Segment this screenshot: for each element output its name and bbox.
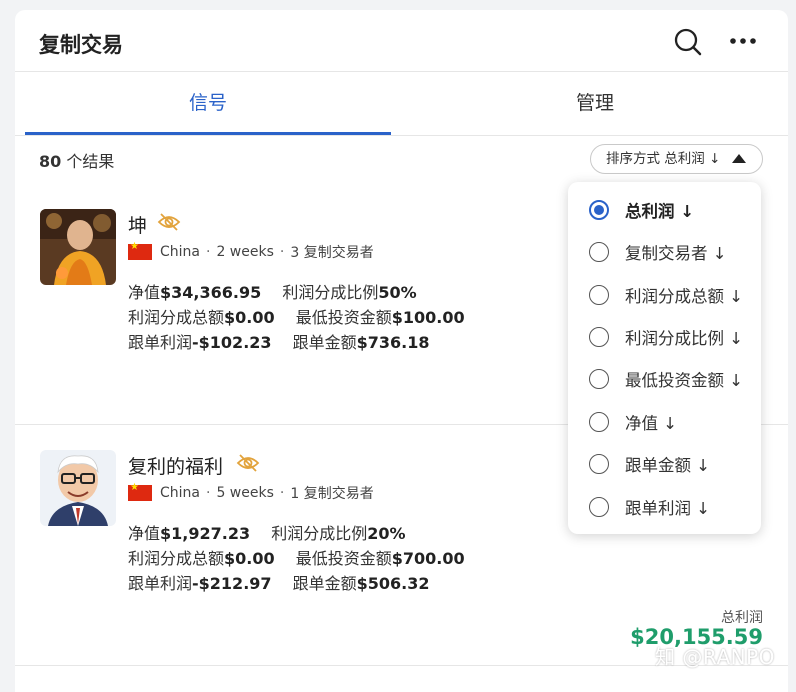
sort-option-share-ratio[interactable]: 利润分成比例 ↓: [568, 316, 761, 358]
tab-manage[interactable]: 管理: [402, 72, 788, 135]
signal-name[interactable]: 坤: [128, 211, 147, 238]
results-suffix: 个结果: [61, 152, 115, 171]
separator: ·: [279, 244, 285, 260]
sort-dropdown-menu: 总利润 ↓ 复制交易者 ↓ 利润分成总额 ↓ 利润分成比例 ↓ 最低投资金额 ↓…: [568, 182, 761, 534]
avatar: [40, 450, 116, 526]
min-invest-label: 最低投资金额: [295, 308, 392, 327]
total-profit-label: 总利润: [721, 610, 763, 626]
min-invest-value: $100.00: [391, 308, 465, 327]
equity-value: $34,366.95: [160, 283, 262, 302]
equity-label: 净值: [128, 524, 161, 543]
separator: ·: [206, 244, 211, 260]
tab-signals[interactable]: 信号: [25, 72, 391, 135]
results-number: 80: [39, 152, 62, 171]
radio[interactable]: [589, 369, 609, 389]
search-icon[interactable]: [673, 27, 703, 57]
copy-profit-label: 跟单利润: [128, 333, 193, 352]
sort-option-label: 净值 ↓: [625, 414, 678, 433]
hidden-eye-icon[interactable]: [236, 452, 260, 474]
stat-row: 利润分成总额$0.00 最低投资金额$100.00: [128, 304, 481, 328]
caret-up-icon: [732, 154, 746, 163]
watermark: 知 @RANPO: [655, 645, 775, 669]
min-invest-label: 最低投资金额: [295, 549, 392, 568]
results-count: 80 个结果: [39, 148, 114, 172]
signal-name[interactable]: 复利的福利: [128, 452, 223, 479]
copiers: 1 复制交易者: [290, 486, 374, 502]
radio[interactable]: [589, 285, 609, 305]
avatar: [40, 209, 116, 285]
radio[interactable]: [589, 412, 609, 432]
sort-option-total-profit[interactable]: 总利润 ↓: [568, 189, 761, 231]
sort-option-equity[interactable]: 净值 ↓: [568, 401, 761, 443]
china-flag-icon: [128, 482, 152, 501]
copiers: 3 复制交易者: [290, 245, 374, 261]
separator: ·: [279, 485, 285, 501]
page-title: 复制交易: [39, 33, 123, 57]
sort-option-min-invest[interactable]: 最低投资金额 ↓: [568, 358, 761, 400]
stat-row: 跟单利润-$102.23 跟单金额$736.18: [128, 329, 446, 353]
radio[interactable]: [589, 242, 609, 262]
sort-option-label: 总利润 ↓: [625, 202, 695, 221]
sort-option-copiers[interactable]: 复制交易者 ↓: [568, 231, 761, 273]
china-flag-icon: [128, 241, 152, 260]
tab-bar: 信号 管理: [15, 72, 788, 136]
sort-option-label: 最低投资金额 ↓: [625, 371, 744, 390]
age: 2 weeks: [216, 244, 274, 260]
country: China: [160, 244, 200, 260]
active-tab-indicator: [25, 132, 391, 135]
copy-profit-value: -$212.97: [192, 574, 272, 593]
equity-value: $1,927.23: [160, 524, 251, 543]
sort-option-share-total[interactable]: 利润分成总额 ↓: [568, 274, 761, 316]
stat-row: 净值$34,366.95 利润分成比例50%: [128, 279, 433, 303]
sort-button[interactable]: 排序方式 总利润 ↓: [590, 144, 763, 174]
more-options-icon[interactable]: [728, 30, 760, 52]
radio[interactable]: [589, 327, 609, 347]
stat-row: 利润分成总额$0.00 最低投资金额$700.00: [128, 545, 481, 569]
sort-option-label: 利润分成比例 ↓: [625, 329, 744, 348]
sort-option-label: 复制交易者 ↓: [625, 244, 727, 263]
equity-label: 净值: [128, 283, 161, 302]
sort-option-copy-amount[interactable]: 跟单金额 ↓: [568, 443, 761, 485]
share-total-value: $0.00: [224, 308, 275, 327]
radio[interactable]: [589, 497, 609, 517]
copy-amount-label: 跟单金额: [292, 574, 357, 593]
hidden-eye-icon[interactable]: [157, 211, 181, 233]
stat-row: 净值$1,927.23 利润分成比例20%: [128, 520, 422, 544]
country: China: [160, 485, 200, 501]
age: 5 weeks: [216, 485, 274, 501]
copy-profit-value: -$102.23: [192, 333, 272, 352]
copy-amount-value: $506.32: [356, 574, 430, 593]
sort-option-label: 跟单利润 ↓: [625, 499, 711, 518]
header: 复制交易: [15, 10, 788, 72]
signal-meta: China · 2 weeks · 3 复制交易者: [128, 241, 374, 262]
sort-label: 排序方式 总利润 ↓: [606, 151, 721, 167]
share-total-value: $0.00: [224, 549, 275, 568]
sort-option-label: 利润分成总额 ↓: [625, 287, 744, 306]
share-ratio-value: 20%: [367, 524, 406, 543]
stat-row: 跟单利润-$212.97 跟单金额$506.32: [128, 570, 446, 594]
radio[interactable]: [589, 454, 609, 474]
separator: ·: [206, 485, 211, 501]
min-invest-value: $700.00: [391, 549, 465, 568]
signal-meta: China · 5 weeks · 1 复制交易者: [128, 482, 374, 503]
copy-amount-label: 跟单金额: [292, 333, 357, 352]
share-total-label: 利润分成总额: [128, 308, 225, 327]
sort-option-copy-profit[interactable]: 跟单利润 ↓: [568, 486, 761, 528]
radio-selected[interactable]: [589, 200, 609, 220]
share-ratio-label: 利润分成比例: [282, 283, 379, 302]
copy-amount-value: $736.18: [356, 333, 430, 352]
copy-profit-label: 跟单利润: [128, 574, 193, 593]
share-total-label: 利润分成总额: [128, 549, 225, 568]
share-ratio-value: 50%: [378, 283, 417, 302]
sort-option-label: 跟单金额 ↓: [625, 456, 711, 475]
share-ratio-label: 利润分成比例: [271, 524, 368, 543]
